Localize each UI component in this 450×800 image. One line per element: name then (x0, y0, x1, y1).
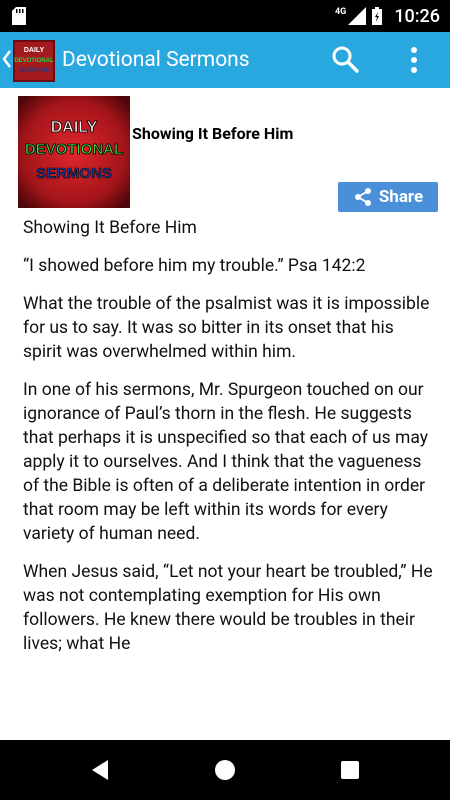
overflow-menu-icon[interactable] (402, 44, 426, 76)
share-label: Share (378, 187, 424, 207)
paragraph: When Jesus said, “Let not your heart be … (23, 562, 433, 654)
clock: 10:26 (394, 5, 440, 27)
thumbnail-line-3: SERMONS (36, 165, 112, 182)
logo-line-1: DAILY (24, 47, 45, 54)
paragraph: What the trouble of the psalmist was it … (23, 294, 430, 362)
article-content[interactable]: DAILY DEVOTIONAL SERMONS Showing It Befo… (0, 88, 450, 740)
home-circle-icon[interactable] (213, 758, 237, 782)
network-type-label: 4G (335, 7, 347, 17)
paragraph: Showing It Before Him (23, 218, 197, 238)
paragraph: In one of his sermons, Mr. Spurgeon touc… (23, 380, 429, 544)
thumbnail-line-1: DAILY (51, 119, 98, 136)
recents-square-icon[interactable] (338, 758, 362, 782)
back-icon[interactable] (2, 48, 12, 70)
share-button[interactable]: Share (338, 182, 438, 212)
battery-icon (372, 7, 383, 25)
signal-icon (348, 7, 367, 25)
paragraph: “I showed before him my trouble.” Psa 14… (23, 256, 366, 276)
app-bar: DAILY DEVOTIONAL SERMONS Devotional Serm… (0, 32, 450, 88)
thumbnail-line-2: DEVOTIONAL (25, 141, 123, 158)
article-body: Showing It Before Him “I showed before h… (23, 216, 433, 670)
article-header: DAILY DEVOTIONAL SERMONS Showing It Befo… (18, 96, 438, 212)
app-logo[interactable]: DAILY DEVOTIONAL SERMONS (13, 40, 55, 82)
app-title: Devotional Sermons (62, 48, 250, 72)
logo-line-2: DEVOTIONAL (14, 58, 54, 64)
article-thumbnail: DAILY DEVOTIONAL SERMONS (18, 96, 130, 208)
logo-line-3: SERMONS (19, 68, 49, 74)
back-triangle-icon[interactable] (88, 758, 112, 782)
system-nav-bar (0, 740, 450, 800)
post-title: Showing It Before Him (132, 124, 294, 143)
sd-card-icon (12, 7, 26, 25)
share-icon (354, 188, 371, 206)
search-icon[interactable] (330, 44, 360, 74)
status-bar: 4G 10:26 (0, 0, 450, 32)
